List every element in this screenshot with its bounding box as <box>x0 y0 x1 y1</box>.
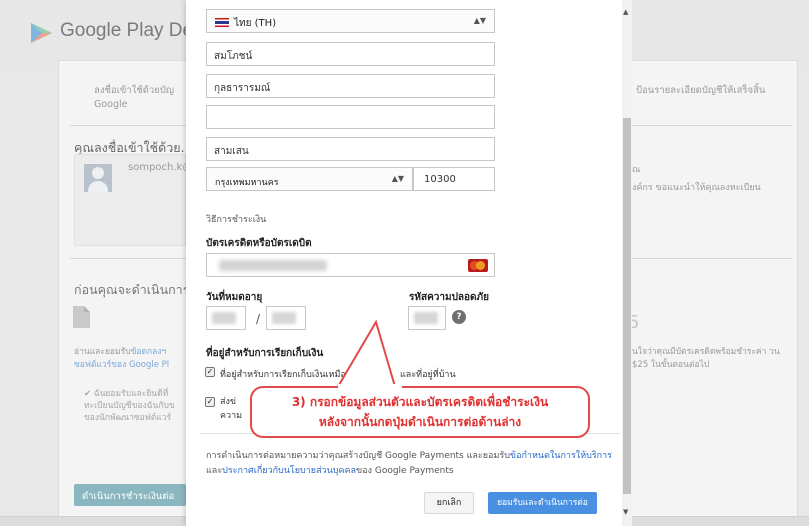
billing-same-checkbox[interactable]: ✓ <box>205 367 215 377</box>
callout-pointer-join <box>338 384 402 392</box>
billing-same-text-tail: และที่อยู่ที่บ้าน <box>400 370 456 380</box>
last-name-field[interactable]: กุลธารารมณ์ <box>206 74 495 98</box>
select-arrows-icon: ▲▼ <box>473 16 486 25</box>
province-select[interactable]: กรุงเทพมหานคร ▲▼ <box>206 167 413 191</box>
help-icon[interactable]: ? <box>452 310 466 324</box>
mastercard-icon <box>468 259 488 272</box>
expiry-year-field[interactable] <box>266 306 306 330</box>
scroll-up-icon[interactable]: ▲ <box>623 8 628 16</box>
continue-payment-button[interactable]: ดำเนินการชำระเงินต่อ <box>74 484 186 506</box>
accept-continue-button[interactable]: ยอมรับและดำเนินการต่อ <box>488 492 597 514</box>
callout-line-1: 3) กรอกข้อมูลส่วนตัวและบัตรเครดิตเพื่อชำ… <box>291 395 549 409</box>
agreement-checkbox[interactable]: ✔ ฉันยอมรับและยินดีที่ ทะเบียนบัญชีของฉั… <box>84 388 186 424</box>
avatar-icon <box>84 164 112 192</box>
terms-of-service-link[interactable]: ข้อกำหนดในการให้บริการ <box>510 451 612 461</box>
card-label: บัตรเครดิตหรือบัตรเดบิต <box>206 238 312 249</box>
google-play-logo-icon <box>31 23 52 43</box>
card-number-field[interactable] <box>206 253 495 277</box>
cancel-button[interactable]: ยกเลิก <box>424 492 474 514</box>
country-select[interactable]: ไทย (TH) ▲▼ <box>206 9 495 33</box>
select-arrows-icon: ▲▼ <box>391 174 404 183</box>
billing-address-label: ที่อยู่สำหรับการเรียกเก็บเงิน <box>206 348 324 359</box>
scroll-down-icon[interactable]: ▼ <box>623 508 628 516</box>
before-continue-heading: ก่อนคุณจะดำเนินการ <box>74 282 190 297</box>
callout-pointer <box>334 320 398 390</box>
card-number-blurred <box>219 260 327 271</box>
thailand-flag-icon <box>215 18 229 27</box>
modal-scrollbar[interactable]: ▲ ▼ <box>622 0 632 526</box>
terms-text: การดำเนินการต่อหมายความว่าคุณสร้างบัญชี … <box>206 451 613 476</box>
payment-method-label: วิธีการชำระเงิน <box>206 215 267 225</box>
privacy-notice-link[interactable]: ประกาศเกี่ยวกับนโยบายส่วนบุคคล <box>222 466 356 476</box>
document-icon <box>73 306 90 328</box>
expiry-separator: / <box>256 312 261 326</box>
district-field[interactable]: สามเสน <box>206 137 495 161</box>
send-email-text-2: ความ <box>220 411 243 421</box>
expiry-month-field[interactable] <box>206 306 246 330</box>
agreement-text: อ่านและยอมรับข้อตกลงฯ ซอฟต์แวร์ของ Googl… <box>74 347 170 370</box>
right-note-text: งค์กร ขอแนะนำให้คุณลงทะเบียน <box>632 183 761 193</box>
step-sign-in: ลงชื่อเข้าใช้ด้วยบัญ Google <box>94 85 174 110</box>
first-name-field[interactable]: สมโภชน์ <box>206 42 495 66</box>
step-complete-details: ป้อนรายละเอียดบัญชีให้เสร็จสิ้น <box>636 85 766 96</box>
right-note-heading: ณ <box>632 165 641 175</box>
address-field[interactable] <box>206 105 495 129</box>
send-email-checkbox[interactable]: ✓ <box>205 397 215 407</box>
postal-code-field[interactable]: 10300 <box>413 167 495 191</box>
account-email: sompoch.k@ <box>128 162 193 173</box>
send-email-text: ส่งข่ <box>220 397 237 407</box>
security-code-label: รหัสความปลอดภัย <box>409 292 490 303</box>
payment-note: นใจว่าคุณมีบัตรเครดิตพร้อมชำระค่า วน $25… <box>632 347 780 370</box>
expiry-label: วันที่หมดอายุ <box>206 292 263 303</box>
instruction-callout-text: 3) กรอกข้อมูลส่วนตัวและบัตรเครดิตเพื่อชำ… <box>250 392 590 432</box>
security-code-field[interactable] <box>408 306 446 330</box>
callout-line-2: หลังจากนั้นกดปุ่มดำเนินการต่อด้านล่าง <box>318 415 522 429</box>
scroll-thumb[interactable] <box>623 118 631 494</box>
